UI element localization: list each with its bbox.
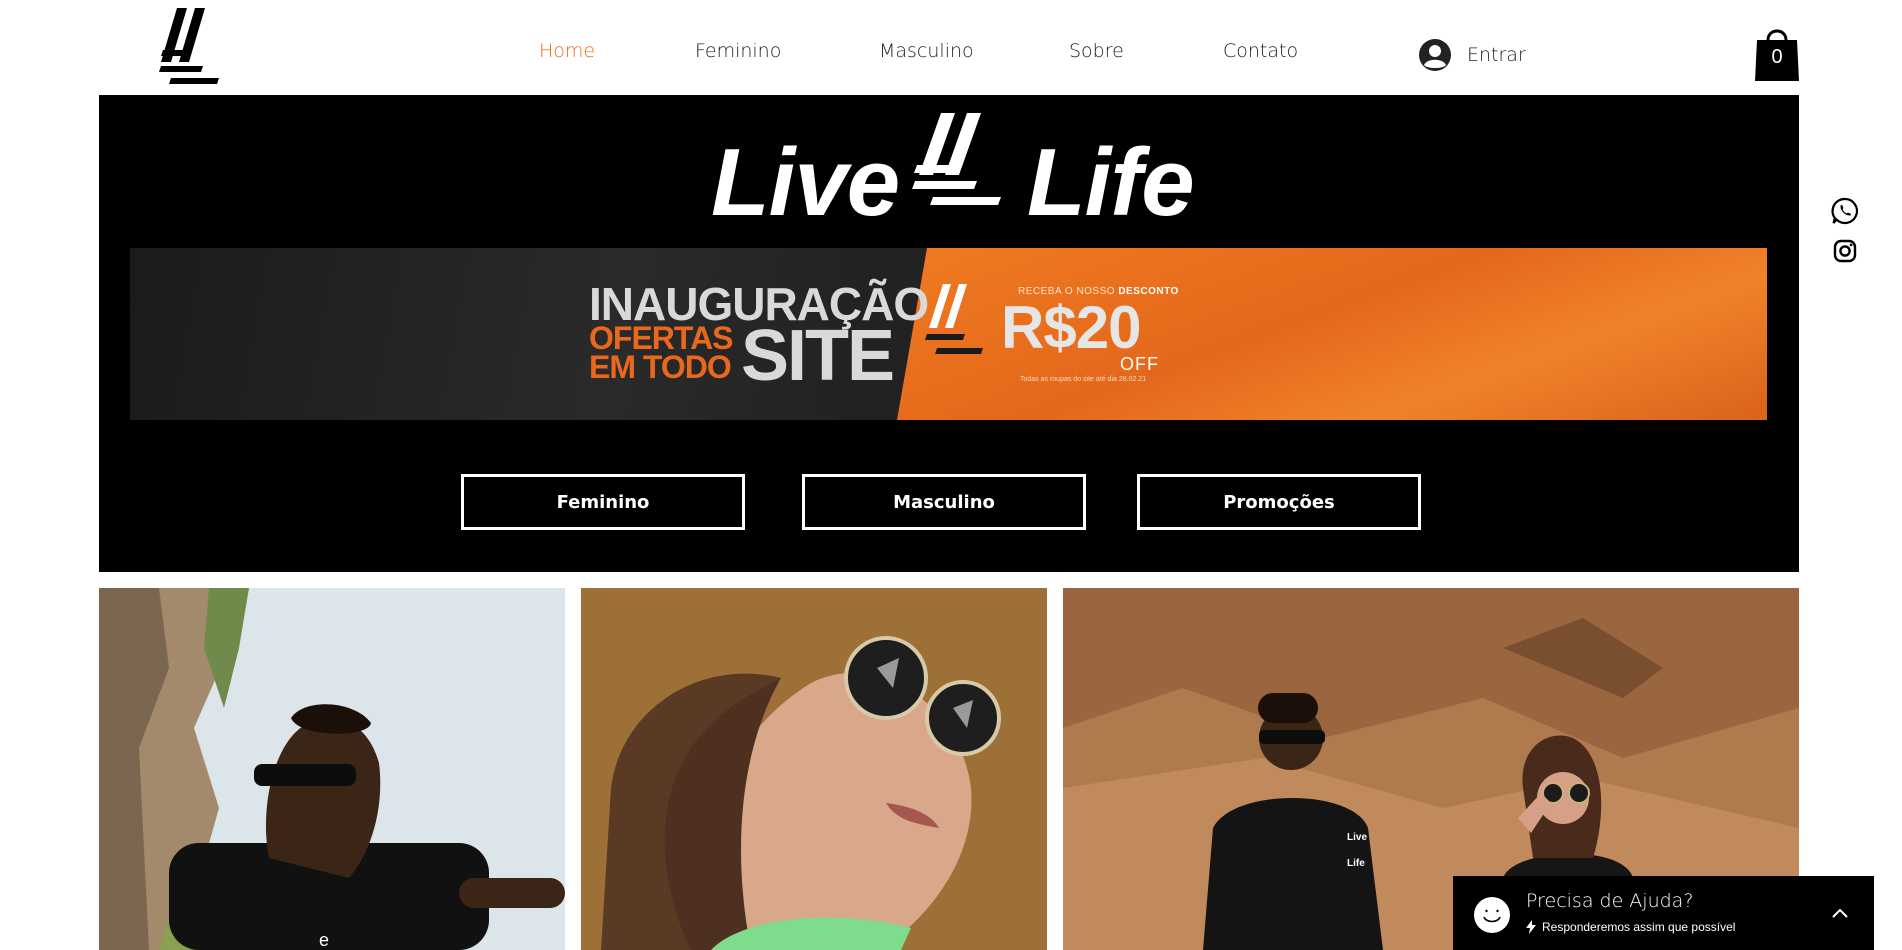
user-icon (1419, 39, 1451, 71)
banner-logo-icon (925, 284, 983, 354)
chat-subtitle: Responderemos assim que possível (1526, 920, 1735, 934)
promocoes-button[interactable]: Promoções (1137, 474, 1421, 530)
nav-sobre[interactable]: Sobre (1069, 40, 1124, 62)
photo-man-image: e (99, 588, 565, 950)
login-label: Entrar (1467, 44, 1526, 66)
login-button[interactable]: Entrar (1418, 38, 1526, 72)
banner-fine-print: Todas as roupas do site até dia 28.02.21 (1020, 376, 1147, 383)
banner-price: R$20 (1001, 294, 1141, 361)
hero-section: Live Life INAUGURAÇÃO OFERTAS EM TODO SI… (99, 95, 1799, 572)
nav-contato[interactable]: Contato (1223, 40, 1298, 62)
photo-woman-image (581, 588, 1047, 950)
feminino-button[interactable]: Feminino (461, 474, 745, 530)
nav-masculino[interactable]: Masculino (879, 40, 974, 62)
cart-button[interactable]: 0 (1753, 24, 1801, 82)
chevron-up-icon[interactable] (1829, 902, 1851, 924)
chat-title: Precisa de Ajuda? (1526, 890, 1694, 912)
smiley-icon (1474, 897, 1510, 933)
masculino-button[interactable]: Masculino (802, 474, 1086, 530)
brand-live-text: Live (711, 129, 900, 236)
brand-wordmark: Live Life (99, 113, 1799, 231)
chat-subtitle-text: Responderemos assim que possível (1542, 920, 1736, 934)
main-nav: Home Feminino Masculino Sobre Contato (0, 40, 1902, 70)
cart-count: 0 (1771, 46, 1783, 68)
banner-site: SITE (741, 316, 895, 396)
svg-text:e: e (319, 930, 329, 950)
nav-feminino[interactable]: Feminino (695, 40, 781, 62)
svg-text:Life: Life (1347, 858, 1365, 869)
site-header: Home Feminino Masculino Sobre Contato En… (0, 0, 1902, 95)
whatsapp-icon[interactable] (1830, 196, 1860, 226)
brand-life-text: Life (1027, 129, 1195, 236)
brand-mark-icon (912, 113, 1001, 205)
banner-off: OFF (1120, 354, 1159, 374)
photo-woman-sunglasses[interactable] (581, 588, 1047, 950)
svg-text:Live: Live (1347, 832, 1367, 843)
nav-home[interactable]: Home (539, 40, 595, 62)
chat-widget[interactable]: Precisa de Ajuda? Responderemos assim qu… (1453, 876, 1874, 950)
promo-banner[interactable]: INAUGURAÇÃO OFERTAS EM TODO SITE RECEBA … (130, 248, 1767, 420)
photo-man-sunglasses[interactable]: e (99, 588, 565, 950)
instagram-icon[interactable] (1830, 236, 1860, 266)
banner-em-todo: EM TODO (589, 349, 732, 385)
lightning-icon (1526, 920, 1536, 934)
